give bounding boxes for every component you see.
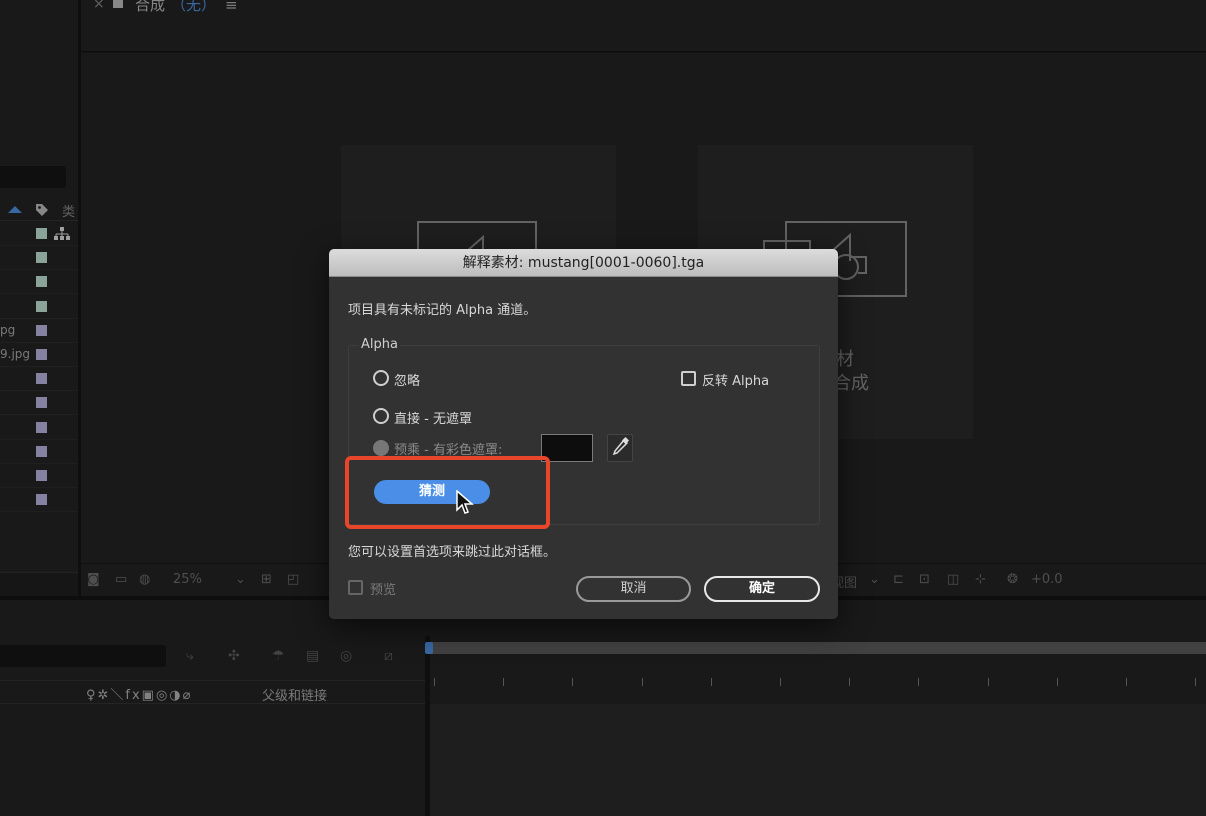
- ignore-label[interactable]: 忽略: [394, 370, 420, 389]
- annotation-highlight-box: [345, 456, 550, 529]
- premultiplied-radio[interactable]: [373, 440, 389, 456]
- interpret-footage-dialog: 解释素材: mustang[0001-0060].tga 项目具有未标记的 Al…: [329, 249, 838, 619]
- ignore-radio[interactable]: [373, 370, 389, 386]
- dialog-message: 项目具有未标记的 Alpha 通道。: [348, 303, 537, 318]
- straight-label[interactable]: 直接 - 无遮罩: [394, 408, 472, 427]
- preview-checkbox[interactable]: [348, 580, 363, 595]
- eyedropper-button[interactable]: [607, 434, 633, 462]
- ok-button[interactable]: 确定: [704, 576, 820, 602]
- cancel-button[interactable]: 取消: [576, 576, 691, 602]
- preview-label[interactable]: 预览: [370, 579, 396, 598]
- dialog-title[interactable]: 解释素材: mustang[0001-0060].tga: [329, 249, 838, 277]
- invert-alpha-label[interactable]: 反转 Alpha: [702, 370, 769, 389]
- alpha-group-label: Alpha: [359, 337, 400, 352]
- straight-radio[interactable]: [373, 408, 389, 424]
- invert-alpha-checkbox[interactable]: [681, 371, 696, 386]
- dialog-hint: 您可以设置首选项来跳过此对话框。: [348, 545, 557, 560]
- mouse-cursor-icon: [456, 490, 475, 514]
- eyedropper-icon: [612, 436, 630, 456]
